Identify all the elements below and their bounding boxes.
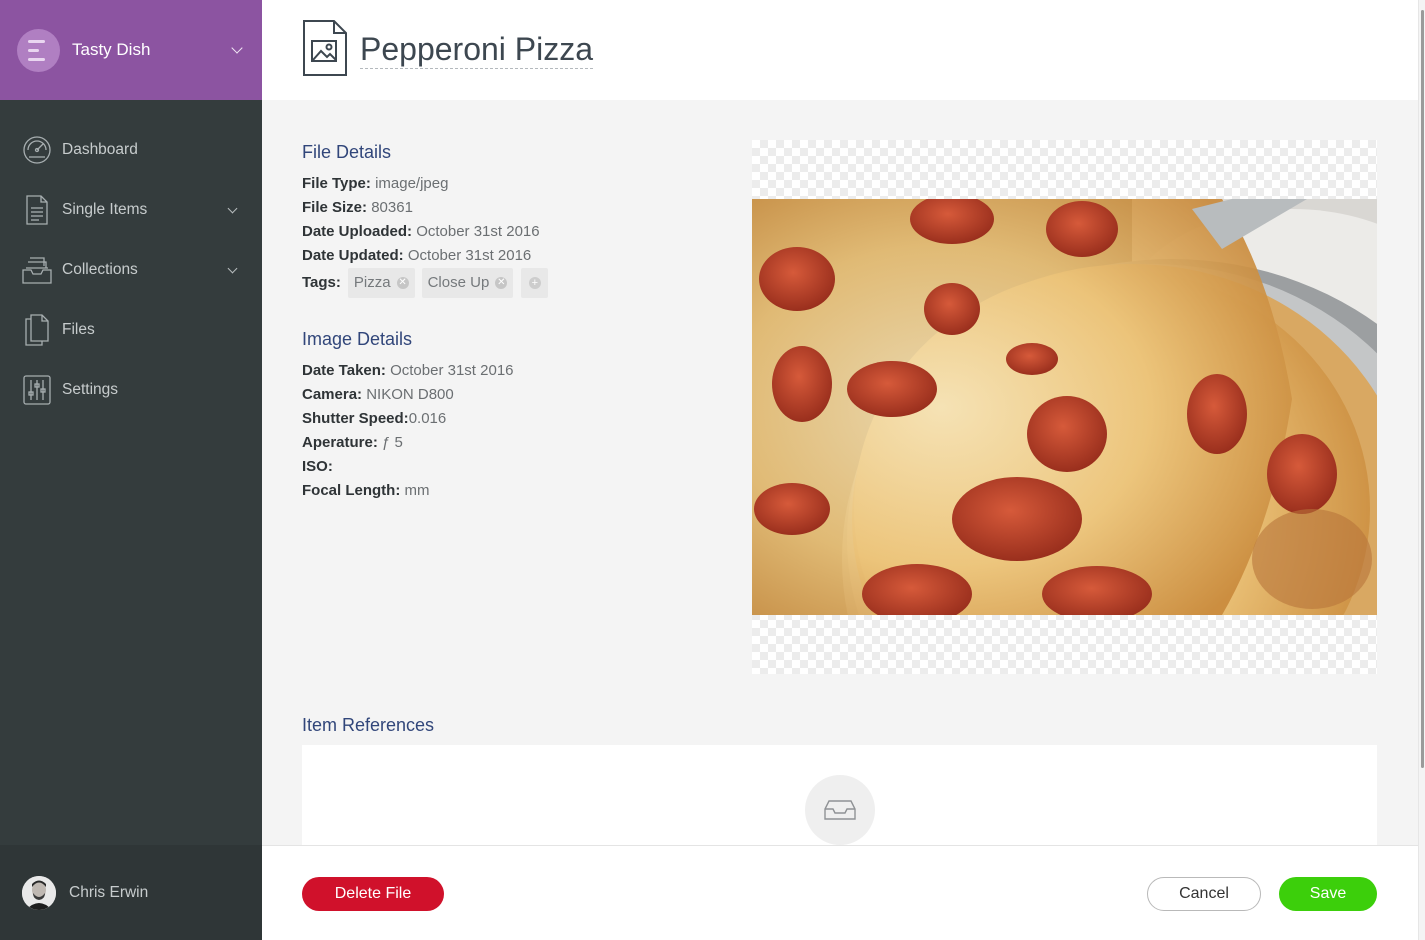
main-content: File Details File Type: image/jpeg File … <box>262 100 1418 845</box>
sidebar-item-collections[interactable]: Collections <box>0 240 262 300</box>
field-label: ISO: <box>302 458 333 475</box>
image-preview <box>752 140 1377 674</box>
image-file-icon <box>302 19 348 82</box>
image-details-section: Image Details Date Taken: October 31st 2… <box>302 329 722 503</box>
files-icon <box>22 314 52 346</box>
sidebar-item-dashboard[interactable]: Dashboard <box>0 120 262 180</box>
shutter-speed-value: 0.016 <box>408 410 447 427</box>
item-references-title: Item References <box>302 715 435 735</box>
file-type-value: image/jpeg <box>375 175 449 192</box>
date-taken-row: Date Taken: October 31st 2016 <box>302 359 722 383</box>
aperture-row: Aperature: ƒ 5 <box>302 431 722 455</box>
date-taken-value: October 31st 2016 <box>390 362 514 379</box>
field-label: Date Updated: <box>302 247 404 264</box>
sliders-icon <box>22 374 52 406</box>
page-title[interactable]: Pepperoni Pizza <box>360 31 594 69</box>
item-references: Item References <box>302 715 1377 845</box>
sidebar-item-label: Settings <box>62 381 119 398</box>
user-name: Chris Erwin <box>69 883 149 901</box>
tag-label: Close Up <box>427 274 490 291</box>
action-footer: Delete File Cancel Save <box>262 845 1418 940</box>
field-label: Camera: <box>302 386 363 403</box>
tag-chip[interactable]: Pizza ✕ <box>347 268 415 298</box>
tag-label: Pizza <box>353 274 391 291</box>
date-uploaded-row: Date Uploaded: October 31st 2016 <box>302 220 722 244</box>
cancel-button[interactable]: Cancel <box>1147 877 1261 911</box>
brand-name: Tasty Dish <box>72 40 151 59</box>
add-tag-button[interactable]: + <box>521 268 549 298</box>
camera-value: NIKON D800 <box>366 386 454 403</box>
chevron-down-icon <box>231 42 243 54</box>
remove-tag-icon[interactable]: ✕ <box>396 277 409 289</box>
shutter-speed-row: Shutter Speed:0.016 <box>302 407 722 431</box>
aperture-value: ƒ 5 <box>382 434 403 451</box>
file-size-row: File Size: 80361 <box>302 196 722 220</box>
file-size-value: 80361 <box>371 199 413 216</box>
remove-tag-icon[interactable]: ✕ <box>495 277 508 289</box>
focal-length-value: mm <box>404 482 430 499</box>
document-icon <box>22 194 52 226</box>
camera-row: Camera: NIKON D800 <box>302 383 722 407</box>
references-list <box>302 745 1377 845</box>
field-label: Date Uploaded: <box>302 223 413 240</box>
sidebar: Tasty Dish Dashboard Single Items Collec… <box>0 0 262 940</box>
date-updated-value: October 31st 2016 <box>407 247 532 264</box>
scrollbar[interactable] <box>1418 0 1425 940</box>
avatar <box>22 875 56 910</box>
field-label: Shutter Speed: <box>302 410 409 427</box>
empty-inbox-icon <box>805 775 875 845</box>
iso-row: ISO: <box>302 455 722 479</box>
avatar-portrait-icon <box>22 875 56 910</box>
field-label: File Type: <box>302 175 371 192</box>
field-label: Focal Length: <box>302 482 401 499</box>
tag-chip[interactable]: Close Up ✕ <box>421 268 514 298</box>
chevron-down-icon[interactable] <box>227 203 238 213</box>
sidebar-item-label: Dashboard <box>62 141 138 158</box>
field-label: File Size: <box>302 199 368 216</box>
delete-file-button[interactable]: Delete File <box>302 877 444 911</box>
scrollbar-thumb[interactable] <box>1421 10 1424 768</box>
sidebar-item-single-items[interactable]: Single Items <box>0 180 262 240</box>
sidebar-nav: Dashboard Single Items Collections Files <box>0 100 262 420</box>
date-updated-row: Date Updated: October 31st 2016 <box>302 244 722 268</box>
sidebar-item-label: Collections <box>62 261 138 278</box>
sidebar-item-label: Files <box>62 321 95 338</box>
chevron-down-icon[interactable] <box>227 263 238 273</box>
details-panel: File Details File Type: image/jpeg File … <box>302 142 722 503</box>
focal-length-row: Focal Length: mm <box>302 479 722 503</box>
page-header: Pepperoni Pizza <box>262 0 1418 100</box>
date-uploaded-value: October 31st 2016 <box>416 223 540 240</box>
save-button[interactable]: Save <box>1279 877 1377 911</box>
field-label: Date Taken: <box>302 362 386 379</box>
dashboard-gauge-icon <box>22 134 52 166</box>
sidebar-item-files[interactable]: Files <box>0 300 262 360</box>
brand-logo-icon <box>17 28 60 72</box>
image-details-title: Image Details <box>302 329 413 349</box>
inbox-stack-icon <box>22 254 52 286</box>
plus-icon: + <box>528 277 541 289</box>
user-profile[interactable]: Chris Erwin <box>0 845 262 940</box>
pizza-photo <box>752 199 1377 615</box>
tags-row: Tags: Pizza ✕ Close Up ✕ + <box>302 267 722 299</box>
file-type-row: File Type: image/jpeg <box>302 172 722 196</box>
sidebar-item-settings[interactable]: Settings <box>0 360 262 420</box>
sidebar-item-label: Single Items <box>62 201 148 218</box>
field-label: Aperature: <box>302 434 378 451</box>
brand-switcher[interactable]: Tasty Dish <box>0 0 262 100</box>
field-label: Tags: <box>302 274 341 291</box>
file-details-title: File Details <box>302 142 392 162</box>
